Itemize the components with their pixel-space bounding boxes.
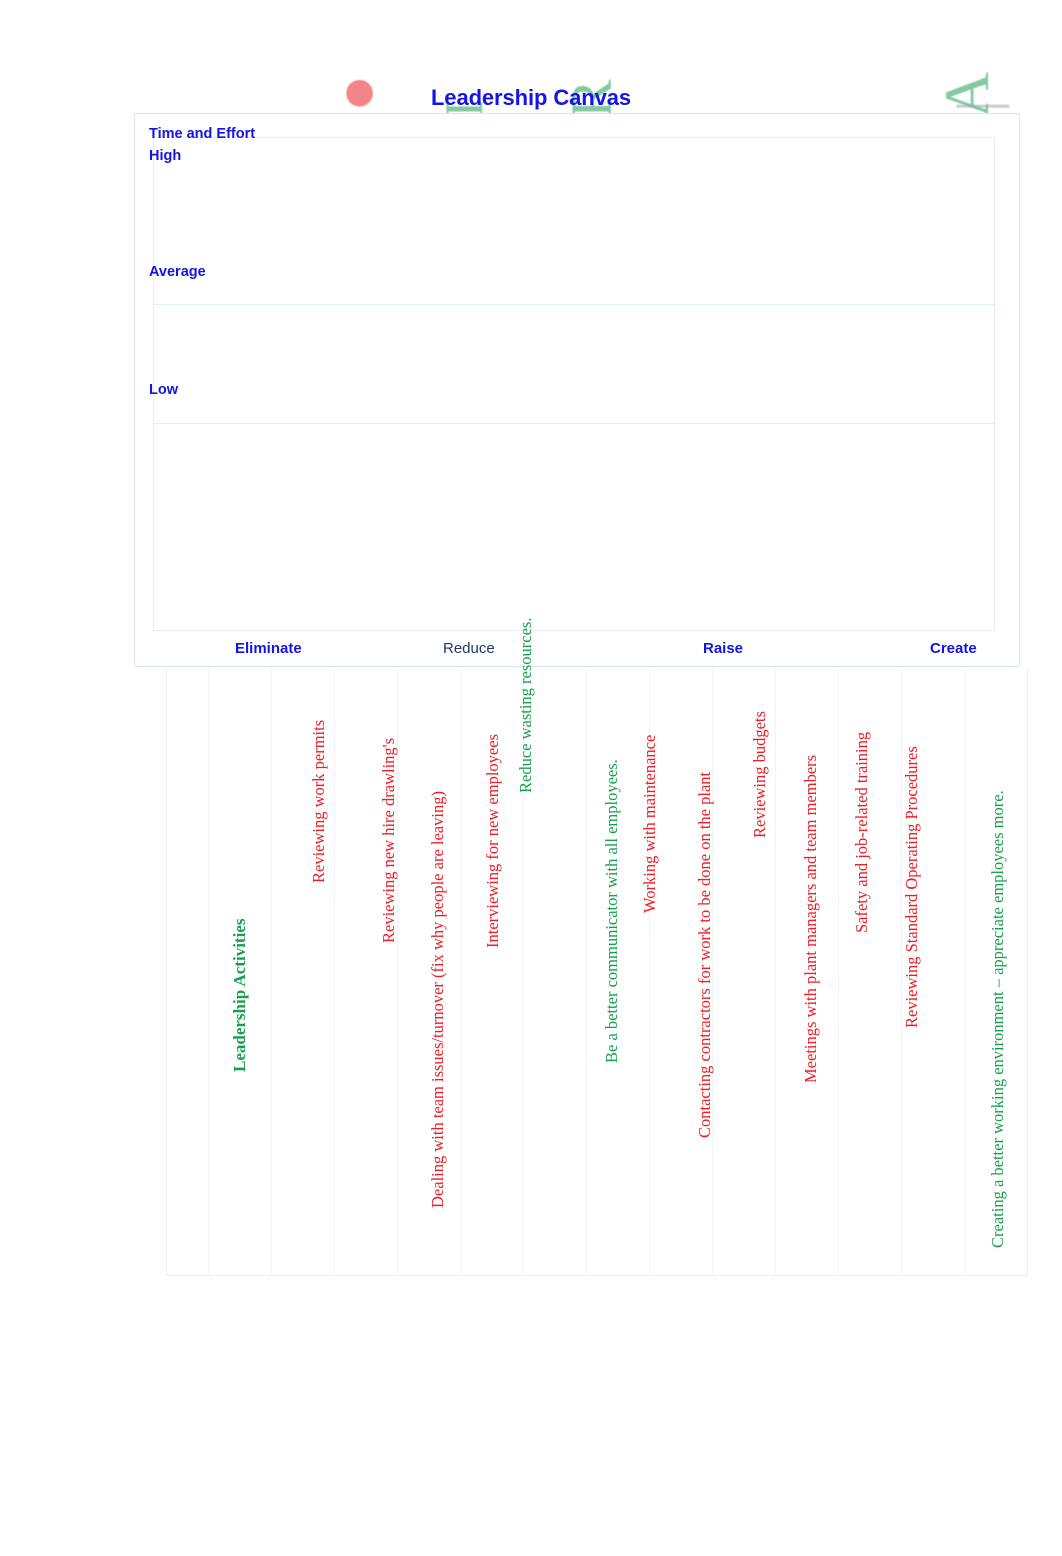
- activity-label-6: Be a better communicator with all employ…: [602, 759, 621, 1063]
- category-create: Create: [930, 640, 977, 657]
- activity-grid: Leadership Activities Reviewing work per…: [166, 618, 1028, 1276]
- activity-label-8: Contacting contractors for work to be do…: [695, 771, 714, 1138]
- activity-label-3: Dealing with team issues/turnover (fix w…: [428, 791, 447, 1208]
- column-divider: [271, 668, 272, 1276]
- category-eliminate: Eliminate: [235, 640, 302, 657]
- column-divider: [964, 668, 965, 1276]
- activity-label-10: Meetings with plant managers and team me…: [801, 754, 820, 1083]
- category-header-band: Eliminate Reduce Raise Create: [135, 640, 1019, 670]
- gridline-average: [154, 304, 994, 305]
- y-tick-average: Average: [149, 264, 206, 280]
- y-axis-title: Time and Effort: [149, 126, 256, 142]
- y-tick-low: Low: [149, 382, 178, 398]
- activity-label-2: Reviewing new hire drawling's: [379, 737, 398, 943]
- leadership-canvas-page: ● I R A | Leadership Canvas Time and Eff…: [0, 0, 1062, 1556]
- column-divider: [838, 668, 839, 1276]
- column-divider: [460, 668, 461, 1276]
- gridline-low: [154, 423, 994, 424]
- column-divider: [586, 668, 587, 1276]
- chart-plot-area: [135, 114, 1019, 666]
- activity-label-11: Safety and job-related training: [852, 731, 871, 933]
- grid-bottom-edge: [166, 1275, 1028, 1276]
- chart-plot-inner: [153, 137, 995, 631]
- activity-label-9: Reviewing budgets: [750, 711, 769, 838]
- grid-left-edge: [166, 668, 167, 1276]
- category-reduce: Reduce: [443, 640, 495, 657]
- row-label-leadership-activities: Leadership Activities: [230, 918, 249, 1072]
- y-tick-high: High: [149, 148, 182, 164]
- activity-label-7: Working with maintenance: [640, 734, 659, 913]
- activity-label-5: Reduce wasting resources.: [516, 617, 535, 793]
- grid-right-edge: [1027, 668, 1028, 1276]
- activity-label-12: Reviewing Standard Operating Procedures: [902, 746, 921, 1028]
- column-divider: [775, 668, 776, 1276]
- activity-label-4: Interviewing for new employees: [483, 734, 502, 948]
- page-title: Leadership Canvas: [430, 85, 632, 110]
- category-raise: Raise: [703, 640, 744, 657]
- column-divider: [208, 668, 209, 1276]
- column-divider: [334, 668, 335, 1276]
- activity-label-13: Creating a better working environment – …: [988, 790, 1007, 1248]
- activity-label-1: Reviewing work permits: [309, 719, 328, 883]
